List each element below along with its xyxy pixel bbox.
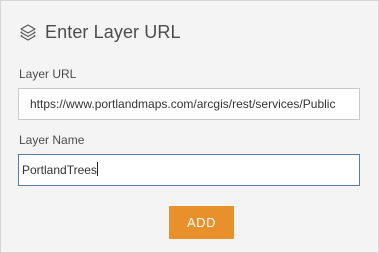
text-caret (96, 162, 98, 176)
panel-title: Enter Layer URL (45, 21, 181, 42)
panel-header: Enter Layer URL (19, 20, 181, 44)
layer-name-input[interactable]: PortlandTrees (18, 154, 360, 186)
add-button[interactable]: ADD (169, 206, 234, 239)
layer-url-input[interactable]: https://www.portlandmaps.com/arcgis/rest… (18, 88, 360, 120)
layer-name-value: PortlandTrees (22, 163, 97, 177)
layers-icon (19, 23, 37, 41)
add-layer-panel: Enter Layer URL Layer URL https://www.po… (0, 0, 379, 253)
layer-url-label: Layer URL (19, 67, 77, 81)
layer-url-value: https://www.portlandmaps.com/arcgis/rest… (30, 97, 336, 111)
layer-name-label: Layer Name (19, 133, 85, 147)
